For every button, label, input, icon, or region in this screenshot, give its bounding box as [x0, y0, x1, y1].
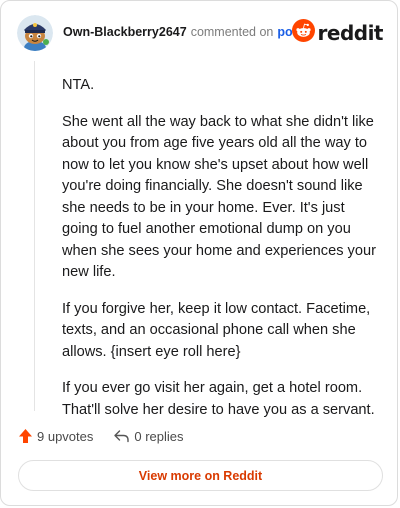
reddit-wordmark: reddit	[317, 21, 384, 45]
reddit-logo-icon	[291, 19, 315, 47]
comment-embed-card: Own-Blackberry2647 commented on post red…	[0, 0, 398, 506]
reply-button[interactable]: 0 replies	[113, 428, 184, 444]
thread-line	[34, 61, 35, 411]
comment-paragraph: If you forgive her, keep it low contact.…	[62, 300, 371, 360]
comment-body: NTA. She went all the way back to what s…	[62, 75, 377, 436]
upvote-count: 9 upvotes	[37, 428, 94, 444]
upvote-button[interactable]: 9 upvotes	[18, 428, 93, 444]
comment-paragraph: If you ever go visit her again, get a ho…	[62, 380, 375, 418]
comment-paragraph: NTA.	[62, 77, 95, 93]
user-avatar-icon[interactable]	[17, 15, 53, 51]
reply-arrow-icon	[113, 429, 130, 443]
reddit-brand[interactable]: reddit	[291, 19, 384, 47]
comment-actions: 9 upvotes 0 replies	[18, 426, 184, 446]
comment-paragraph: She went all the way back to what she di…	[62, 113, 376, 281]
commented-on-text: commented on	[190, 25, 274, 39]
upvote-arrow-icon	[18, 428, 33, 444]
view-more-button[interactable]: View more on Reddit	[18, 460, 383, 491]
comment-meta: Own-Blackberry2647 commented on post	[63, 25, 304, 39]
username-link[interactable]: Own-Blackberry2647	[63, 25, 187, 39]
comment-header: Own-Blackberry2647 commented on post red…	[17, 15, 384, 55]
reply-count: 0 replies	[134, 428, 184, 444]
